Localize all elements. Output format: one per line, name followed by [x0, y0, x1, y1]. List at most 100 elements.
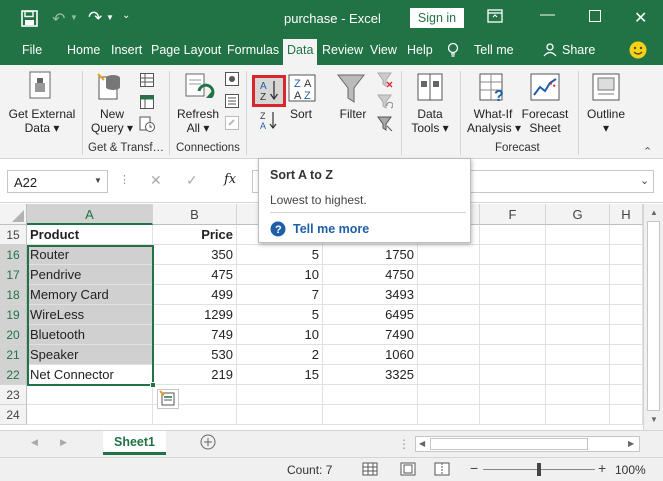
tab-review[interactable]: Review: [322, 43, 363, 57]
cell-F24[interactable]: [480, 405, 546, 425]
sheet-tab-sheet1[interactable]: Sheet1: [103, 431, 166, 455]
filter-button[interactable]: Filter: [334, 107, 372, 121]
properties-icon[interactable]: [225, 94, 239, 108]
normal-view-icon[interactable]: [362, 461, 378, 477]
cell-H22[interactable]: [610, 365, 643, 385]
page-layout-view-icon[interactable]: [400, 461, 416, 477]
scroll-right-icon[interactable]: ▶: [628, 439, 634, 448]
cell-E18[interactable]: [418, 285, 480, 305]
show-queries-icon[interactable]: [140, 73, 154, 87]
cell-E23[interactable]: [418, 385, 480, 405]
advanced-filter-icon[interactable]: [377, 116, 393, 132]
tab-page-layout[interactable]: Page Layout: [151, 43, 221, 57]
tab-view[interactable]: View: [370, 43, 397, 57]
cell-A17[interactable]: Pendrive: [27, 265, 153, 285]
cell-D18[interactable]: 3493: [323, 285, 418, 305]
redo-dropdown-icon[interactable]: ▼: [106, 13, 114, 22]
column-header-h[interactable]: H: [610, 204, 643, 225]
restore-icon[interactable]: [589, 10, 601, 22]
cell-D17[interactable]: 4750: [323, 265, 418, 285]
cell-H20[interactable]: [610, 325, 643, 345]
cell-H23[interactable]: [610, 385, 643, 405]
cell-D19[interactable]: 6495: [323, 305, 418, 325]
ribbon-display-options-icon[interactable]: [487, 8, 503, 24]
connections-icon[interactable]: [225, 72, 239, 86]
column-header-f[interactable]: F: [480, 204, 546, 225]
cell-D16[interactable]: 1750: [323, 245, 418, 265]
cell-H19[interactable]: [610, 305, 643, 325]
tab-formulas[interactable]: Formulas: [227, 43, 279, 57]
cell-G22[interactable]: [546, 365, 610, 385]
row-header[interactable]: 22: [0, 365, 27, 385]
cell-H15[interactable]: [610, 225, 643, 245]
cell-G21[interactable]: [546, 345, 610, 365]
tell-me-search[interactable]: Tell me: [474, 43, 514, 57]
horizontal-scrollbar[interactable]: ◀ ▶: [415, 436, 640, 452]
tab-home[interactable]: Home: [67, 43, 100, 57]
undo-dropdown-icon[interactable]: ▼: [70, 13, 78, 22]
tab-file[interactable]: File: [22, 43, 42, 57]
sort-z-to-a-button[interactable]: ZA: [258, 110, 280, 130]
insert-function-icon[interactable]: fx: [224, 172, 236, 187]
tab-data[interactable]: Data: [283, 39, 318, 65]
cell-F15[interactable]: [480, 225, 546, 245]
cell-C24[interactable]: [237, 405, 323, 425]
new-query-button[interactable]: New Query ▾: [88, 107, 136, 135]
vertical-scrollbar[interactable]: ▲ ▼: [643, 204, 663, 430]
new-sheet-icon[interactable]: [200, 434, 216, 450]
customize-qat-icon[interactable]: ⌄: [122, 10, 130, 21]
zoom-level[interactable]: 100%: [615, 463, 646, 477]
cell-F18[interactable]: [480, 285, 546, 305]
cell-G17[interactable]: [546, 265, 610, 285]
cell-D24[interactable]: [323, 405, 418, 425]
cell-A16[interactable]: Router: [27, 245, 153, 265]
close-icon[interactable]: ✕: [634, 8, 647, 28]
data-tools-button[interactable]: Data Tools ▾: [409, 107, 451, 135]
cell-F16[interactable]: [480, 245, 546, 265]
cell-G15[interactable]: [546, 225, 610, 245]
cell-A19[interactable]: WireLess: [27, 305, 153, 325]
row-header[interactable]: 20: [0, 325, 27, 345]
share-button[interactable]: Share: [562, 43, 595, 57]
tab-split-icon[interactable]: ⋮: [398, 437, 410, 451]
cell-B16[interactable]: 350: [153, 245, 237, 265]
share-person-icon[interactable]: [543, 43, 557, 57]
zoom-slider-thumb[interactable]: [537, 463, 541, 476]
cell-E24[interactable]: [418, 405, 480, 425]
cell-G24[interactable]: [546, 405, 610, 425]
cell-A22[interactable]: Net Connector: [27, 365, 153, 385]
cell-C19[interactable]: 5: [237, 305, 323, 325]
tab-help[interactable]: Help: [407, 43, 433, 57]
row-header[interactable]: 18: [0, 285, 27, 305]
cell-C23[interactable]: [237, 385, 323, 405]
tell-me-more-link[interactable]: Tell me more: [293, 222, 369, 236]
page-break-view-icon[interactable]: [434, 461, 450, 477]
cell-B15[interactable]: Price: [153, 225, 237, 245]
cell-C22[interactable]: 15: [237, 365, 323, 385]
recent-sources-icon[interactable]: [139, 116, 155, 132]
cell-G20[interactable]: [546, 325, 610, 345]
expand-formula-icon[interactable]: ⌄: [640, 174, 649, 187]
undo-icon[interactable]: ↶: [52, 9, 65, 29]
save-icon[interactable]: [21, 10, 38, 27]
cell-H24[interactable]: [610, 405, 643, 425]
cell-E21[interactable]: [418, 345, 480, 365]
forecast-sheet-button[interactable]: Forecast Sheet: [520, 107, 570, 135]
scroll-up-icon[interactable]: ▲: [650, 208, 658, 217]
what-if-analysis-button[interactable]: What-If Analysis ▾: [467, 107, 521, 135]
cell-A24[interactable]: [27, 405, 153, 425]
cell-H16[interactable]: [610, 245, 643, 265]
redo-icon[interactable]: ↷: [88, 8, 102, 28]
next-sheet-icon[interactable]: ▶: [60, 437, 67, 448]
cell-F20[interactable]: [480, 325, 546, 345]
from-table-icon[interactable]: [140, 95, 154, 109]
cell-E16[interactable]: [418, 245, 480, 265]
cell-B21[interactable]: 530: [153, 345, 237, 365]
fill-handle[interactable]: [150, 382, 156, 388]
row-header[interactable]: 16: [0, 245, 27, 265]
row-header[interactable]: 21: [0, 345, 27, 365]
collapse-ribbon-icon[interactable]: ⌃: [643, 145, 652, 158]
cell-C17[interactable]: 10: [237, 265, 323, 285]
cell-C21[interactable]: 2: [237, 345, 323, 365]
cell-G23[interactable]: [546, 385, 610, 405]
